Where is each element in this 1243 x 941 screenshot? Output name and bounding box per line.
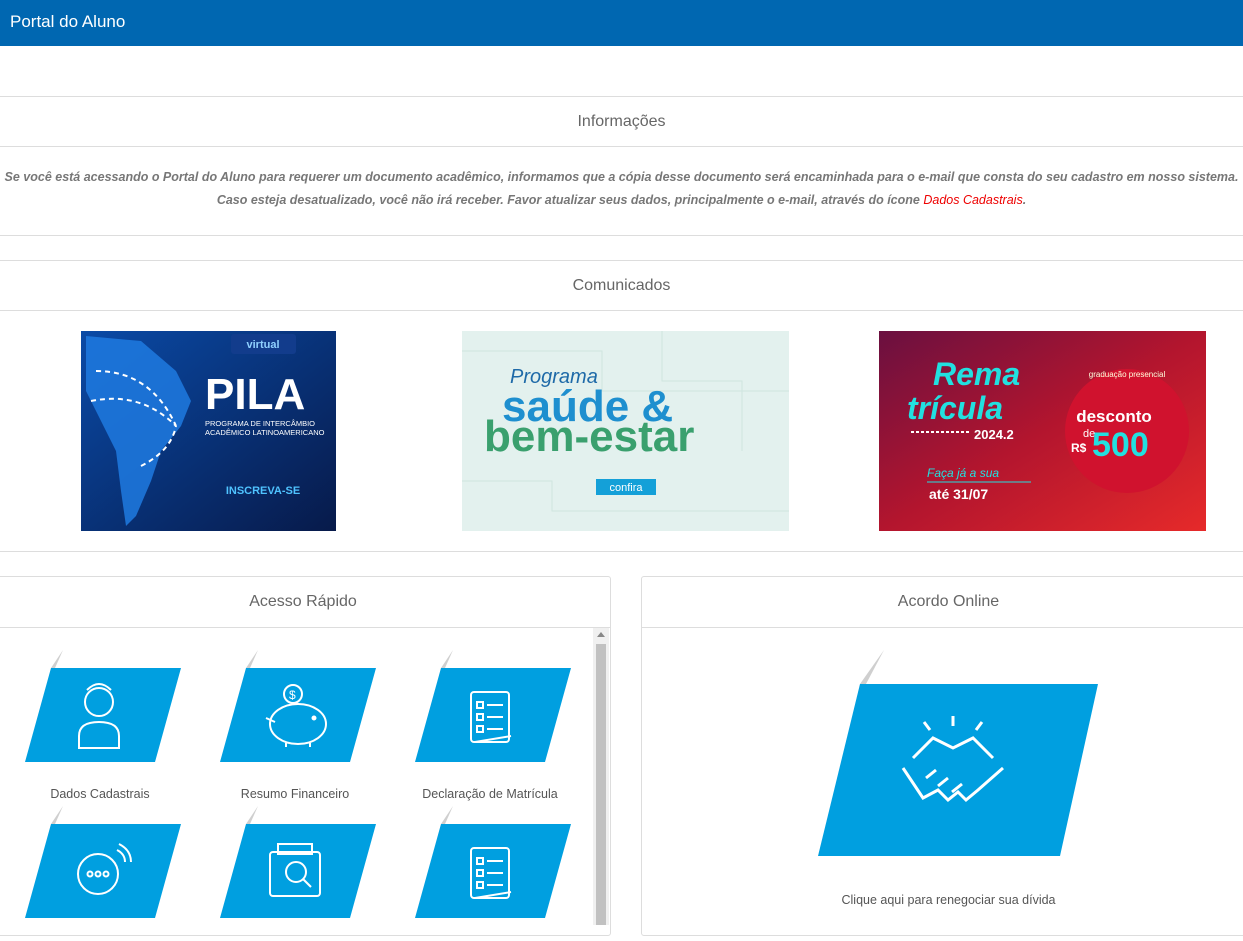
acesso-rapido-heading: Acesso Rápido bbox=[0, 577, 610, 628]
banner-pila-title: PILA bbox=[205, 370, 305, 419]
svg-text:$: $ bbox=[289, 688, 296, 702]
tile-chat[interactable] bbox=[15, 806, 185, 941]
banner-pila-tag: virtual bbox=[246, 339, 279, 351]
informacoes-heading: Informações bbox=[0, 96, 1243, 147]
info-message: Se você está acessando o Portal do Aluno… bbox=[0, 166, 1243, 212]
info-line-2: Caso esteja desatualizado, você não irá … bbox=[216, 193, 1027, 207]
svg-text:2024.2: 2024.2 bbox=[974, 427, 1014, 442]
banner-rematricula[interactable]: Rema trícula 2024.2 graduação presencial… bbox=[879, 331, 1206, 531]
banner-pila[interactable]: virtual PILA PROGRAMA DE INTERCÂMBIO ACA… bbox=[81, 331, 336, 531]
divider bbox=[0, 551, 1243, 552]
acordo-online-tile[interactable] bbox=[808, 650, 1108, 890]
svg-text:graduação presencial: graduação presencial bbox=[1089, 370, 1166, 379]
svg-text:PROGRAMA DE INTERCÂMBIO: PROGRAMA DE INTERCÂMBIO bbox=[205, 419, 315, 428]
svg-text:trícula: trícula bbox=[907, 390, 1003, 426]
dados-cadastrais-link[interactable]: Dados Cadastrais bbox=[923, 193, 1022, 207]
tile-document-checklist[interactable] bbox=[405, 806, 575, 941]
scroll-up-icon[interactable] bbox=[597, 632, 605, 637]
tile-resumo-financeiro[interactable]: $ Resumo Financeiro bbox=[210, 650, 380, 801]
scrollbar-thumb[interactable] bbox=[596, 644, 606, 925]
svg-text:até 31/07: até 31/07 bbox=[929, 486, 988, 502]
svg-text:desconto: desconto bbox=[1076, 407, 1152, 426]
acordo-online-heading: Acordo Online bbox=[642, 577, 1243, 628]
tile-declaracao-matricula[interactable]: Declaração de Matrícula bbox=[405, 650, 575, 801]
svg-text:bem-estar: bem-estar bbox=[484, 412, 694, 461]
banner-saude[interactable]: Programa saúde & bem-estar confira bbox=[462, 331, 789, 531]
svg-text:500: 500 bbox=[1092, 426, 1149, 464]
tile-label: Resumo Financeiro bbox=[240, 787, 350, 801]
svg-text:R$: R$ bbox=[1071, 441, 1087, 455]
svg-text:Rema: Rema bbox=[933, 356, 1020, 392]
app-header: Portal do Aluno bbox=[0, 0, 1243, 46]
tile-label: Declaração de Matrícula bbox=[422, 787, 558, 801]
banner-pila-cta[interactable]: INSCREVA-SE bbox=[226, 485, 300, 497]
acordo-online-label[interactable]: Clique aqui para renegociar sua dívida bbox=[642, 893, 1243, 907]
info-line-1: Se você está acessando o Portal do Aluno… bbox=[4, 170, 1239, 184]
comunicados-heading: Comunicados bbox=[0, 260, 1243, 311]
tile-dados-cadastrais[interactable]: Dados Cadastrais bbox=[15, 650, 185, 801]
svg-text:ACADÊMICO LATINOAMERICANO: ACADÊMICO LATINOAMERICANO bbox=[205, 428, 325, 437]
banner-saude-cta[interactable]: confira bbox=[609, 482, 643, 494]
tile-document-search[interactable] bbox=[210, 806, 380, 941]
acesso-rapido-scrollbar[interactable] bbox=[593, 628, 609, 925]
divider bbox=[0, 235, 1243, 236]
svg-text:Faça já a sua: Faça já a sua bbox=[927, 466, 999, 480]
tile-label: Dados Cadastrais bbox=[50, 787, 150, 801]
app-title[interactable]: Portal do Aluno bbox=[10, 12, 125, 31]
